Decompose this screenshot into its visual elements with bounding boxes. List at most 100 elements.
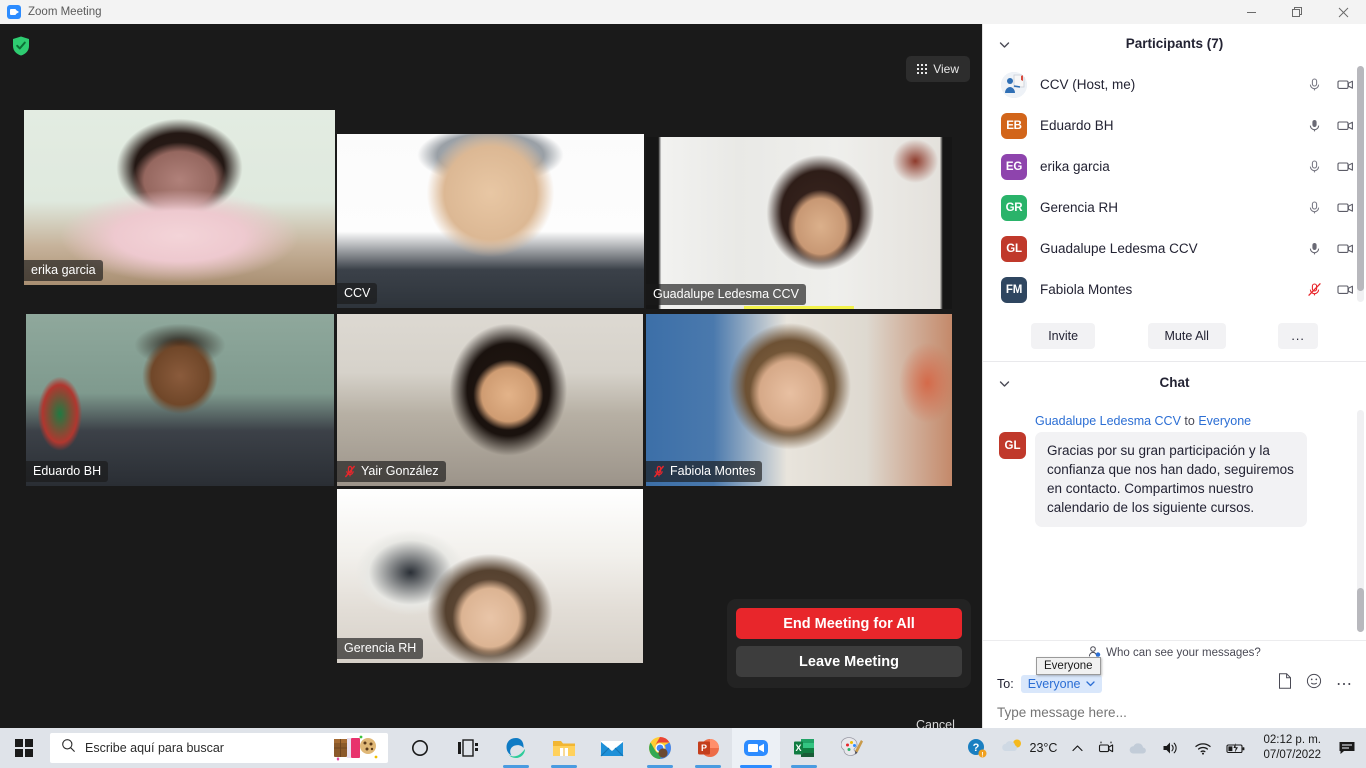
camera-icon[interactable] [1337,241,1353,256]
speaker-icon[interactable] [1156,728,1186,768]
participants-scrollbar-thumb[interactable] [1357,66,1364,291]
tile-name-label: Eduardo BH [33,464,102,478]
close-button[interactable] [1320,0,1366,24]
taskbar-apps: P X [396,728,876,768]
cloud-icon[interactable] [1123,728,1154,768]
tile-name-label: Gerencia RH [344,641,417,655]
leave-meeting-button[interactable]: Leave Meeting [736,646,962,677]
chat-scrollbar-thumb[interactable] [1357,588,1364,632]
zoom-icon[interactable] [732,728,780,768]
chat-message-sender[interactable]: Guadalupe Ledesma CCV [1035,414,1181,428]
participant-row-guadalupe-ledesma-ccv[interactable]: GL Guadalupe Ledesma CCV [983,228,1366,269]
tile-name-badge: Eduardo BH [26,461,109,482]
ellipsis-icon[interactable]: ⋯ [1336,674,1352,694]
camera-privacy-icon[interactable] [1092,728,1121,768]
participant-row-eduardo-bh[interactable]: EB Eduardo BH [983,105,1366,146]
wifi-icon[interactable] [1188,728,1218,768]
mic-muted-icon [344,465,356,478]
cortana-icon[interactable] [396,728,444,768]
mic-icon[interactable] [1307,200,1322,215]
mic-icon[interactable] [1307,118,1322,133]
restore-button[interactable] [1274,0,1320,24]
avatar: EB [1001,112,1027,139]
video-tile-gerencia-rh[interactable]: Gerencia RH [337,489,643,663]
paint-icon[interactable] [828,728,876,768]
mic-muted-icon[interactable] [1307,282,1322,297]
avatar: FM [1001,276,1027,303]
participant-status-icons [1307,77,1353,92]
participant-row-erika-garcia[interactable]: EG erika garcia [983,146,1366,187]
tile-name-label: erika garcia [31,263,96,277]
microsoft-edge-icon[interactable] [492,728,540,768]
task-view-icon[interactable] [444,728,492,768]
invite-button[interactable]: Invite [1031,322,1096,349]
minimize-button[interactable] [1228,0,1274,24]
mail-icon[interactable] [588,728,636,768]
cancel-link[interactable]: Cancel [916,718,955,728]
windows-taskbar: Escribe aquí para buscar P X ? ! 23°C 02… [0,728,1366,768]
smiley-icon[interactable] [1306,673,1322,694]
taskbar-clock[interactable]: 02:12 p. m. 07/07/2022 [1254,728,1330,768]
video-tile-erika-garcia[interactable]: erika garcia [24,110,335,285]
who-can-see-label: Who can see your messages? [1106,646,1261,659]
help-badge-icon[interactable]: ? ! [961,728,993,768]
chevron-up-icon[interactable] [1065,728,1090,768]
chat-panel-header: Chat [983,362,1366,402]
participant-name: CCV (Host, me) [1040,77,1136,92]
video-tile-fabiola-montes[interactable]: Fabiola Montes [646,314,952,486]
participant-name: Guadalupe Ledesma CCV [1040,241,1198,256]
chevron-down-icon[interactable] [999,377,1010,388]
video-tile-ccv[interactable]: CCV [337,134,644,308]
window-title: Zoom Meeting [28,6,102,18]
participant-row-gerencia-rh[interactable]: GR Gerencia RH [983,187,1366,228]
participant-name: Fabiola Montes [1040,282,1133,297]
google-chrome-icon[interactable] [636,728,684,768]
powerpoint-icon[interactable]: P [684,728,732,768]
participant-row-ccv[interactable]: CCV (Host, me) [983,64,1366,105]
video-tile-yair-gonzalez[interactable]: Yair González [337,314,643,486]
tile-name-label: Guadalupe Ledesma CCV [653,287,799,301]
chat-message-bubble[interactable]: Gracias por su gran participación y la c… [1035,432,1307,527]
start-button[interactable] [0,728,48,768]
zoom-camera-icon [7,5,21,19]
chat-message-recipient: Everyone [1198,414,1252,428]
mic-icon[interactable] [1307,77,1322,92]
participants-panel-title: Participants (7) [1125,35,1224,51]
camera-icon[interactable] [1337,282,1353,297]
system-tray: ? ! 23°C 02:12 p. m. 07/07/2022 [961,728,1366,768]
camera-icon[interactable] [1337,200,1353,215]
view-button[interactable]: View [905,56,970,82]
notification-icon[interactable] [1332,728,1362,768]
participants-more-button[interactable]: ... [1278,322,1318,349]
camera-icon[interactable] [1337,118,1353,133]
video-tile-guadalupe-ledesma-ccv[interactable]: Guadalupe Ledesma CCV [646,137,952,309]
weather-widget[interactable]: 23°C [995,728,1064,768]
camera-icon[interactable] [1337,77,1353,92]
green-shield-check-icon[interactable] [12,36,30,56]
tile-name-badge: Fabiola Montes [646,461,763,482]
chevron-down-icon[interactable] [999,38,1010,49]
svg-text:?: ? [972,742,979,754]
file-icon[interactable] [1278,673,1292,694]
active-audio-indicator [743,306,855,309]
mic-icon[interactable] [1307,241,1322,256]
end-meeting-for-all-button[interactable]: End Meeting for All [736,608,962,639]
battery-icon[interactable] [1220,728,1252,768]
taskbar-search-box[interactable]: Escribe aquí para buscar [50,733,388,763]
video-feed [24,110,335,285]
mute-all-button[interactable]: Mute All [1147,322,1226,349]
video-tile-eduardo-bh[interactable]: Eduardo BH [26,314,334,486]
clock-time: 02:12 p. m. [1263,733,1321,746]
camera-icon[interactable] [1337,159,1353,174]
participant-row-fabiola-montes[interactable]: FM Fabiola Montes [983,269,1366,310]
window-titlebar: Zoom Meeting [0,0,1366,24]
mic-icon[interactable] [1307,159,1322,174]
avatar: GL [1001,235,1027,262]
chat-message-input[interactable] [997,705,1352,720]
tile-name-label: CCV [344,286,371,300]
chat-recipient-dropdown[interactable]: Everyone [1020,674,1102,693]
participant-name: Eduardo BH [1040,118,1114,133]
excel-icon[interactable]: X [780,728,828,768]
file-explorer-icon[interactable] [540,728,588,768]
participants-list: CCV (Host, me) EB Eduardo BH EG erika ga… [983,62,1366,310]
